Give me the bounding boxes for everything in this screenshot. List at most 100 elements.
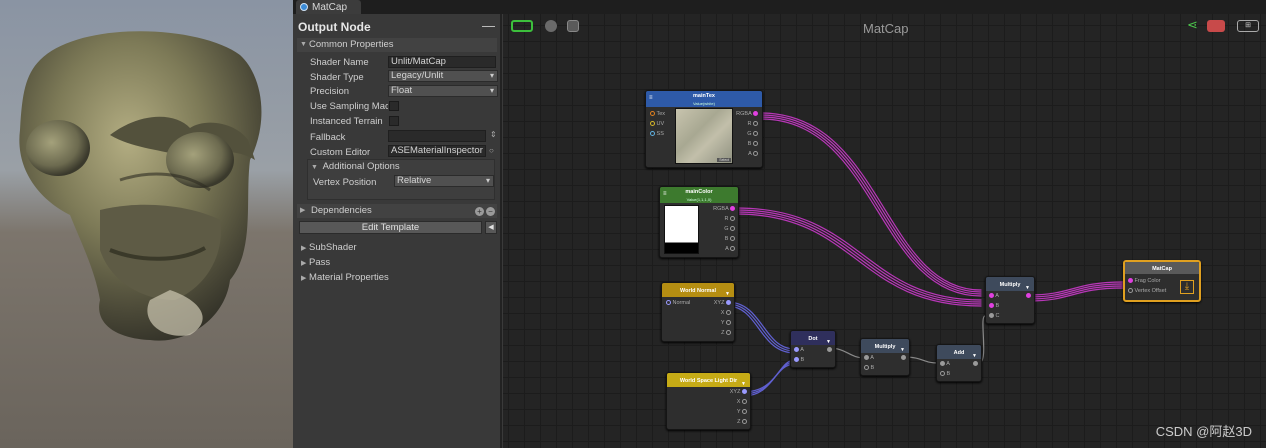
input-pin-b[interactable]: B (989, 302, 999, 310)
material-preview-viewport[interactable] (0, 0, 293, 448)
output-pin-z[interactable]: Z (721, 329, 731, 337)
texture-thumbnail[interactable]: Select (675, 108, 733, 164)
node-multiply-2[interactable]: Multiply ▼ A B C (985, 276, 1035, 324)
output-pin-y[interactable]: Y (721, 319, 731, 327)
pin-dot[interactable] (730, 226, 735, 232)
node-header[interactable]: ≡ mainTex Value(white) (646, 91, 762, 107)
pin-dot[interactable] (742, 409, 747, 415)
use-sampling-macros-checkbox[interactable] (389, 101, 399, 111)
output-pin-a[interactable]: A (748, 150, 758, 158)
input-pin-a[interactable]: A (940, 360, 950, 368)
input-pin-a[interactable]: A (989, 292, 999, 300)
output-pin-z[interactable]: Z (737, 418, 747, 426)
texture-select-badge[interactable]: Select (717, 158, 731, 162)
shader-name-field[interactable]: Unlit/MatCap (388, 56, 496, 68)
hamburger-menu-icon[interactable]: ≡ (663, 190, 667, 199)
input-pin-b[interactable]: B (940, 370, 950, 378)
common-properties-foldout[interactable]: ▼ Common Properties (297, 38, 497, 52)
pin-dot[interactable] (730, 206, 735, 212)
node-header[interactable]: World Normal ▼ (662, 283, 734, 297)
node-output-matcap[interactable]: MatCap Frag Color Vertex Offset ⤓ (1123, 260, 1201, 302)
pin-dot[interactable] (989, 313, 994, 319)
pin-dot[interactable] (730, 216, 735, 222)
node-header[interactable]: Multiply ▼ (986, 277, 1034, 291)
pin-dot[interactable] (989, 293, 994, 299)
input-pin-a[interactable]: A (794, 346, 804, 354)
pin-dot[interactable] (864, 355, 869, 361)
node-maincolor[interactable]: ≡ mainColor Value(1,1,1,0) RGBA R G B A (659, 186, 739, 258)
pass-foldout[interactable]: ▶ Pass (301, 257, 330, 268)
input-pin-b[interactable]: B (794, 356, 804, 364)
node-add[interactable]: Add ▼ A B (936, 344, 982, 382)
output-pin-b[interactable]: B (725, 235, 735, 243)
pin-dot[interactable] (753, 141, 758, 147)
node-multiply-1[interactable]: Multiply ▼ A B (860, 338, 910, 376)
node-header[interactable]: MatCap (1125, 262, 1199, 274)
node-world-normal[interactable]: World Normal ▼ Normal XYZ X Y Z (661, 282, 735, 342)
pin-dot[interactable] (650, 121, 655, 127)
pin-dot[interactable] (753, 121, 758, 127)
minimize-panel-button[interactable]: — (482, 18, 495, 33)
pin-dot[interactable] (1128, 278, 1133, 284)
pin-dot[interactable] (730, 246, 735, 252)
input-pin-tex[interactable]: Tex (650, 110, 665, 118)
color-swatch[interactable] (664, 205, 699, 254)
pin-dot[interactable] (753, 111, 758, 117)
pin-dot[interactable] (1128, 288, 1133, 294)
output-pin-y[interactable]: Y (737, 408, 747, 416)
pin-dot[interactable] (726, 320, 731, 326)
output-pin-xyz[interactable]: XYZ (714, 299, 731, 307)
output-pin-rgba[interactable]: RGBA (713, 205, 735, 213)
screenshot-camera-icon[interactable] (1207, 20, 1225, 32)
additional-options-foldout[interactable]: ▼ Additional Options (311, 161, 400, 172)
input-pin-b[interactable]: B (864, 364, 874, 372)
output-pin-r[interactable]: R (724, 215, 735, 223)
precision-dropdown[interactable]: Float (388, 85, 498, 97)
pin-dot[interactable] (742, 419, 747, 425)
output-pin-xyz[interactable]: XYZ (730, 388, 747, 396)
pin-dot[interactable] (973, 361, 978, 367)
template-menu-arrow-icon[interactable]: ◀ (485, 221, 497, 234)
input-pin-a[interactable]: A (864, 354, 874, 362)
pin-dot[interactable] (989, 303, 994, 309)
save-graph-icon[interactable] (567, 20, 579, 32)
output-pin-x[interactable]: X (721, 309, 731, 317)
output-pin-g[interactable]: G (747, 130, 758, 138)
pin-dot[interactable] (742, 399, 747, 405)
pin-dot[interactable] (827, 347, 832, 353)
instanced-terrain-checkbox[interactable] (389, 116, 399, 126)
output-pin-g[interactable]: G (724, 225, 735, 233)
add-dependency-icon[interactable]: + (475, 207, 484, 216)
output-pin-rgba[interactable]: RGBA (736, 110, 758, 118)
node-palette-icon[interactable]: ⊞ (1237, 20, 1259, 32)
custom-editor-field[interactable]: ASEMaterialInspector (388, 145, 486, 157)
pin-dot[interactable] (666, 300, 671, 306)
pin-dot[interactable] (650, 131, 655, 137)
live-mode-toggle-icon[interactable] (511, 20, 533, 32)
pin-dot[interactable] (753, 151, 758, 157)
node-header[interactable]: World Space Light Dir ▼ (667, 373, 750, 387)
output-pin[interactable] (901, 354, 906, 362)
input-pin-frag-color[interactable]: Frag Color (1128, 277, 1161, 285)
input-pin-ss[interactable]: SS (650, 130, 664, 138)
output-pin[interactable] (827, 346, 832, 354)
subshader-foldout[interactable]: ▶ SubShader (301, 242, 357, 253)
pin-dot[interactable] (650, 111, 655, 117)
fallback-picker-icon[interactable]: ⇕ (490, 130, 497, 139)
pin-dot[interactable] (726, 330, 731, 336)
output-pin-a[interactable]: A (725, 245, 735, 253)
vertex-position-dropdown[interactable]: Relative (394, 175, 494, 187)
share-circle-icon[interactable] (545, 20, 557, 32)
hamburger-menu-icon[interactable]: ≡ (649, 94, 653, 103)
pin-dot[interactable] (1026, 293, 1031, 299)
node-dot[interactable]: Dot ▼ A B (790, 330, 836, 368)
node-maintex[interactable]: ≡ mainTex Value(white) Tex UV SS Select … (645, 90, 763, 168)
master-node-download-icon[interactable]: ⤓ (1180, 280, 1194, 294)
pin-dot[interactable] (726, 300, 731, 306)
input-pin-vertex-offset[interactable]: Vertex Offset (1128, 287, 1166, 295)
edit-template-button[interactable]: Edit Template (299, 221, 482, 234)
output-pin[interactable] (973, 360, 978, 368)
shader-type-dropdown[interactable]: Legacy/Unlit (388, 70, 498, 82)
node-header[interactable]: Dot ▼ (791, 331, 835, 345)
output-pin-r[interactable]: R (747, 120, 758, 128)
